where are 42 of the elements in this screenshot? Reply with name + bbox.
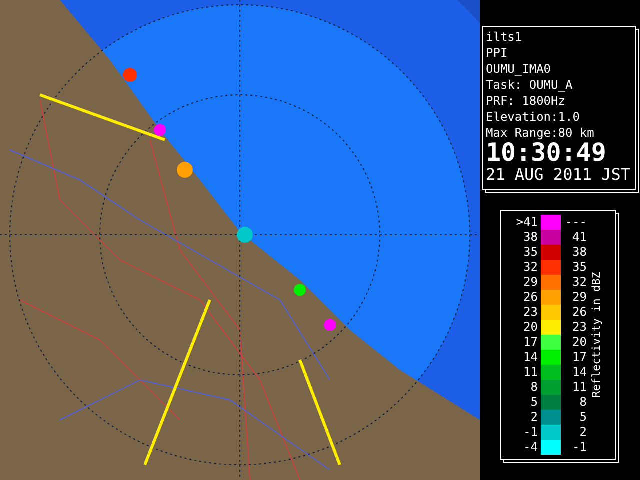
legend-label: 29: [522, 275, 539, 290]
legend-label: 26: [572, 305, 587, 320]
legend-label: >41: [515, 215, 539, 230]
info-text: Max Range:80 km: [486, 125, 596, 141]
legend-label: ---: [564, 215, 587, 230]
legend-label: 8: [578, 395, 587, 410]
legend-label: 35: [572, 260, 587, 275]
legend-label: 17: [572, 350, 587, 365]
legend-label: 14: [522, 350, 539, 365]
time-text: 10:30:49: [486, 141, 608, 165]
legend-label: 2: [578, 425, 587, 440]
legend-label: 20: [572, 335, 587, 350]
legend-label: 11: [572, 380, 587, 395]
legend-label: 26: [522, 290, 539, 305]
info-text: PPI: [486, 45, 509, 61]
legend-label: 8: [530, 380, 539, 395]
info-text: OUMU_IMA0: [486, 61, 552, 77]
legend-label: -1: [572, 440, 587, 455]
legend-label: 5: [578, 410, 587, 425]
legend-label: 41: [572, 230, 587, 245]
legend-label: 14: [572, 365, 587, 380]
legend-label: 29: [572, 290, 587, 305]
legend-label: -1: [522, 425, 539, 440]
legend-label: 32: [572, 275, 587, 290]
legend-label: 38: [572, 245, 587, 260]
legend-label: 32: [522, 260, 539, 275]
date-text: 21 AUG 2011 JST: [486, 165, 632, 185]
info-text: Task: OUMU_A: [486, 77, 574, 93]
legend-label: 38: [522, 230, 539, 245]
info-text: ilts1: [486, 29, 524, 45]
legend-label: 35: [522, 245, 539, 260]
legend-label: 20: [522, 320, 539, 335]
info-text: Elevation:1.0: [486, 109, 581, 125]
legend-title: Reflectivity in dBZ: [591, 272, 603, 398]
legend-label: -4: [522, 440, 539, 455]
info-text: PRF: 1800Hz: [486, 93, 566, 109]
legend-label: 23: [522, 305, 539, 320]
legend-label: 23: [572, 320, 587, 335]
legend-label: 11: [522, 365, 539, 380]
legend-label: 17: [522, 335, 539, 350]
legend-label: 2: [530, 410, 539, 425]
legend-label: 5: [530, 395, 539, 410]
